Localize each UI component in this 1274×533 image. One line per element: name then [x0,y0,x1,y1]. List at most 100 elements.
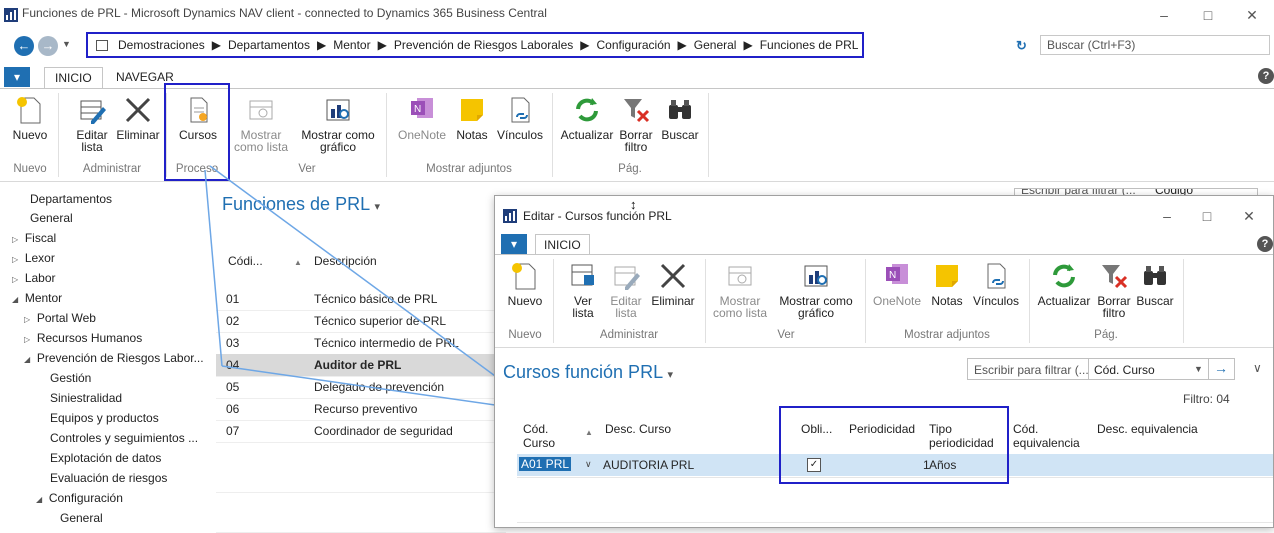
dialog-maximize-button[interactable]: □ [1185,201,1229,231]
nav-item-siniestralidad[interactable]: Siniestralidad [50,391,122,405]
filter-field-dropdown-icon[interactable]: ▼ [1194,364,1203,374]
dialog-app-menu-button[interactable]: ▾ [501,234,527,254]
table-row[interactable]: 06 Recurso preventivo [216,398,506,421]
app-menu-button[interactable]: ▾ [4,67,31,87]
window-title: Funciones de PRL - Microsoft Dynamics NA… [22,6,547,20]
dialog-actualizar-button[interactable]: Actualizar [1035,261,1093,307]
nav-item-prevencion[interactable]: ◢ Prevención de Riesgos Labor... [24,351,204,365]
expand-icon: ▷ [12,235,19,244]
nav-item-mentor[interactable]: ◢ Mentor [12,291,62,305]
table-row-selected[interactable]: 04 Auditor de PRL [216,354,506,377]
cell-code: 06 [226,402,240,416]
eliminar-button[interactable]: Eliminar [116,95,160,141]
actualizar-label: Actualizar [560,128,614,142]
history-dropdown-icon[interactable]: ▼ [62,39,71,49]
collapse-icon: ◢ [12,295,19,304]
edit-dialog: Editar - Cursos función PRL – □ ✕ ▾ INIC… [494,195,1274,528]
dialog-notas-button[interactable]: Notas [927,261,967,307]
borrar-filtro-label-2: filtro [624,140,648,154]
cell-desc: Técnico superior de PRL [314,314,447,328]
breadcrumb-item[interactable]: Demostraciones [118,38,205,52]
title-dropdown-icon[interactable]: ▾ [374,201,380,213]
breadcrumb-item[interactable]: General [694,38,737,52]
help-icon[interactable]: ? [1258,68,1274,84]
column-header-description[interactable]: Descripción [314,254,377,268]
column-header-cod-equivalencia[interactable]: Cód. equivalencia [1013,422,1080,450]
actualizar-button[interactable]: Actualizar [558,95,616,141]
mostrar-lista-button[interactable]: Mostrar como lista [232,95,290,153]
column-header-code[interactable]: Códi... [228,254,263,268]
table-row[interactable]: 05 Delegado de prevención [216,376,506,399]
dialog-title-dropdown-icon[interactable]: ▾ [667,369,673,381]
column-header-desc-curso[interactable]: Desc. Curso [605,422,671,436]
mostrar-grafico-button[interactable]: Mostrar como gráfico [298,95,378,153]
nav-item-evaluacion[interactable]: Evaluación de riesgos [50,471,167,485]
dialog-buscar-button[interactable]: Buscar [1135,261,1175,307]
nav-item-labor[interactable]: ▷ Labor [12,271,56,285]
maximize-button[interactable]: □ [1186,0,1230,30]
sticky-note-icon [457,95,487,125]
table-row[interactable]: 01 Técnico básico de PRL [216,288,506,311]
nav-item-explotacion[interactable]: Explotación de datos [50,451,161,465]
vinculos-button[interactable]: Vínculos [496,95,544,141]
onenote-button[interactable]: N OneNote [396,95,448,141]
nuevo-button[interactable]: Nuevo [10,95,50,141]
onenote-icon: N [407,95,437,125]
onenote-icon: N [882,261,912,291]
dialog-group-label-pag: Pág. [1094,329,1118,341]
dialog-borrar-filtro-button[interactable]: Borrar filtro [1095,261,1133,319]
dialog-close-button[interactable]: ✕ [1227,201,1271,231]
nav-item-lexor[interactable]: ▷ Lexor [12,251,55,265]
lookup-dropdown-icon[interactable]: ∨ [585,459,592,470]
nav-item-equipos[interactable]: Equipos y productos [50,411,159,425]
table-row[interactable]: 07 Coordinador de seguridad [216,420,506,443]
dialog-onenote-button[interactable]: N OneNote [871,261,923,307]
nav-item-recursos-humanos[interactable]: ▷ Recursos Humanos [24,331,142,345]
breadcrumb-item[interactable]: Funciones de PRL [760,38,859,52]
buscar-button[interactable]: Buscar [660,95,700,141]
cell-code: 02 [226,314,240,328]
nav-item-fiscal[interactable]: ▷ Fiscal [12,231,56,245]
column-header-cod-curso[interactable]: Cód. Curso [523,422,555,450]
breadcrumb-item[interactable]: Mentor [333,38,370,52]
nav-item-gestion[interactable]: Gestión [50,371,91,385]
column-header-desc-equivalencia[interactable]: Desc. equivalencia [1097,422,1198,436]
dialog-nuevo-button[interactable]: Nuevo [505,261,545,307]
nav-item-general[interactable]: General [30,211,73,225]
dialog-ver-lista-button[interactable]: Ver lista [565,261,601,319]
notas-button[interactable]: Notas [452,95,492,141]
dialog-vinculos-button[interactable]: Vínculos [971,261,1021,307]
tab-inicio[interactable]: INICIO [44,67,103,88]
nav-item-controles[interactable]: Controles y seguimientos ... [50,431,198,445]
breadcrumb-item[interactable]: Departamentos [228,38,310,52]
forward-icon[interactable]: → [38,36,58,56]
refresh-icon[interactable]: ↻ [1016,38,1027,54]
cell-desc: Técnico básico de PRL [314,292,438,306]
dialog-tab-inicio[interactable]: INICIO [535,234,590,255]
dialog-editar-lista-button[interactable]: Editar lista [607,261,645,319]
dialog-eliminar-button[interactable]: Eliminar [649,261,697,307]
breadcrumb-item[interactable]: Prevención de Riesgos Laborales [394,38,573,52]
dialog-mostrar-grafico-button[interactable]: Mostrar como gráfico [773,261,859,319]
nav-item-portal-web[interactable]: ▷ Portal Web [24,311,96,325]
expand-filter-chevron-icon[interactable]: ∨ [1253,361,1262,375]
table-row[interactable]: 03 Técnico intermedio de PRL [216,332,506,355]
nav-item-configuracion[interactable]: ◢ Configuración [36,491,123,505]
nav-item-departamentos[interactable]: Departamentos [30,192,112,206]
apply-filter-arrow-icon[interactable]: → [1214,360,1228,376]
dialog-minimize-button[interactable]: – [1145,201,1189,231]
dialog-filter-input[interactable]: Escribir para filtrar (... Cód. Curso ▼ … [967,358,1235,380]
search-input[interactable]: Buscar (Ctrl+F3) [1040,35,1270,55]
dialog-mostrar-lista-button[interactable]: Mostrar como lista [711,261,769,319]
dialog-help-icon[interactable]: ? [1257,236,1273,252]
minimize-button[interactable]: – [1142,0,1186,30]
refresh-icon [1049,261,1079,291]
cell-cod-curso[interactable]: A01 PRL [519,457,572,471]
nav-item-general-config[interactable]: General [60,511,103,525]
close-button[interactable]: ✕ [1230,0,1274,30]
breadcrumb-item[interactable]: Configuración [597,38,671,52]
borrar-filtro-button[interactable]: Borrar filtro [616,95,656,153]
editar-lista-button[interactable]: Editar lista [72,95,112,153]
back-icon[interactable]: ← [14,36,34,56]
table-row[interactable]: 02 Técnico superior de PRL [216,310,506,333]
